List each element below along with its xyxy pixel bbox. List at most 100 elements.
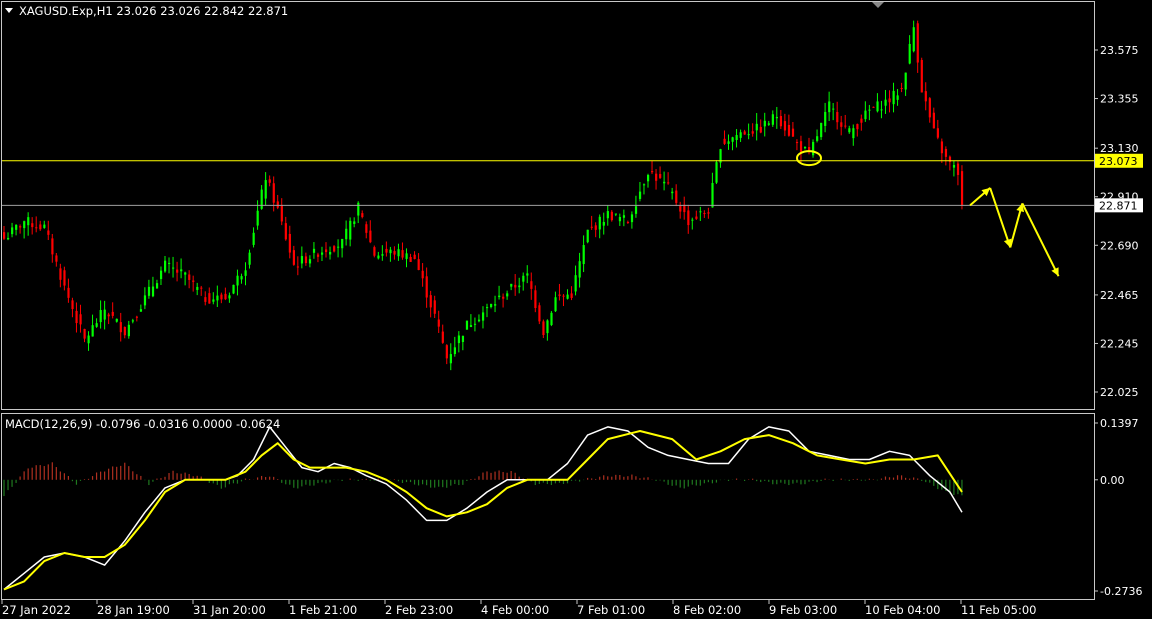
candle-body (216, 295, 219, 301)
candle-body (647, 175, 650, 182)
candle-body (19, 226, 22, 228)
candle-body (3, 232, 6, 239)
candle-body (892, 90, 895, 105)
candle-body (453, 347, 456, 355)
macd-pane[interactable] (1, 413, 1095, 600)
candle-body (39, 224, 42, 230)
candle-body (715, 162, 718, 183)
forecast-arrow-segment (989, 187, 1012, 248)
macd-tick-label: 0.00 (1100, 474, 1125, 487)
candle-body (530, 281, 533, 289)
candle-body (888, 98, 891, 103)
macd-tick-label: -0.2736 (1100, 585, 1142, 598)
candle-body (312, 248, 316, 253)
candle-body (188, 274, 191, 280)
candle-body (896, 95, 899, 100)
candle-body (11, 227, 14, 235)
time-axis: 27 Jan 2022 28 Jan 19:00 31 Jan 20:00 1 Feb… (1, 600, 1036, 617)
candle-body (320, 252, 324, 255)
candle-body (83, 328, 86, 339)
candle-body (461, 335, 465, 342)
candle-body (554, 297, 557, 312)
chart-canvas[interactable]: XAGUSD.Exp,H1 23.026 23.026 22.842 22.87… (0, 0, 1152, 619)
candle-body (638, 191, 642, 199)
candle-body (803, 146, 807, 149)
candle-body (272, 183, 275, 203)
candle-body (594, 225, 597, 230)
candle-body (248, 252, 251, 265)
candle-body (844, 125, 847, 127)
candle-body (707, 212, 710, 214)
candle-body (35, 227, 38, 229)
candle-body (232, 284, 235, 294)
candle-body (687, 210, 690, 226)
candle-body (107, 314, 110, 317)
candle-body (184, 272, 187, 275)
candle-body (727, 141, 730, 144)
candle-body (95, 323, 98, 327)
candle-body (409, 256, 412, 262)
candle-body (264, 180, 267, 199)
candle-body (244, 270, 247, 276)
candle-body (172, 267, 175, 269)
candle-body (626, 221, 630, 223)
candle-body (522, 275, 525, 282)
candle-body (123, 326, 126, 336)
candle-body (357, 202, 360, 216)
candle-body (642, 184, 646, 186)
candle-body (47, 230, 50, 235)
candle-body (111, 311, 114, 316)
candle-body (799, 141, 803, 152)
candle-body (602, 221, 605, 226)
candle-body (779, 116, 783, 127)
macd-tick-label: 0.1397 (1100, 417, 1139, 430)
candle-body (67, 287, 70, 298)
price-tick-label: 22.245 (1100, 337, 1139, 350)
macd-header: MACD(12,26,9) -0.0796 -0.0316 0.0000 -0.… (5, 417, 280, 431)
price-tick-label: 23.575 (1100, 44, 1139, 57)
candle-body (711, 183, 714, 208)
candle-body (397, 249, 400, 257)
candle-body (23, 221, 26, 229)
candle-body (389, 249, 392, 254)
candle-body (675, 190, 678, 203)
candle-body (795, 142, 799, 144)
candle-body (900, 87, 903, 89)
candle-body (417, 259, 420, 271)
candle-body (630, 214, 634, 223)
menu-triangle-icon[interactable] (5, 8, 13, 13)
candle-body (437, 319, 440, 327)
candle-body (131, 320, 134, 322)
candle-body (751, 131, 754, 134)
candle-body (526, 273, 529, 276)
candle-body (916, 23, 919, 63)
candle-body (622, 215, 626, 218)
candle-body (651, 171, 654, 173)
candle-body (87, 335, 90, 344)
candle-body (405, 253, 408, 259)
candle-body (743, 131, 746, 135)
candle-body (127, 324, 130, 337)
candle-body (691, 219, 694, 221)
candle-body (159, 270, 163, 280)
candle-body (852, 128, 855, 139)
candle-body (550, 312, 553, 326)
candle-body (353, 221, 356, 224)
candle-body (43, 224, 46, 228)
candle-body (667, 182, 670, 184)
candle-body (143, 295, 147, 306)
time-tick-label: 27 Jan 2022 (2, 603, 71, 617)
candle-body (288, 233, 291, 253)
candle-body (538, 305, 541, 322)
candle-body (473, 323, 477, 325)
candle-body (920, 59, 923, 93)
candle-body (502, 296, 505, 299)
candle-body (361, 213, 364, 218)
candle-body (268, 179, 271, 183)
candle-body (99, 310, 102, 323)
candle-body (856, 124, 859, 130)
candle-body (224, 293, 227, 300)
candle-body (582, 245, 585, 265)
candle-body (308, 259, 312, 264)
chart-shift-marker[interactable] (872, 2, 884, 8)
